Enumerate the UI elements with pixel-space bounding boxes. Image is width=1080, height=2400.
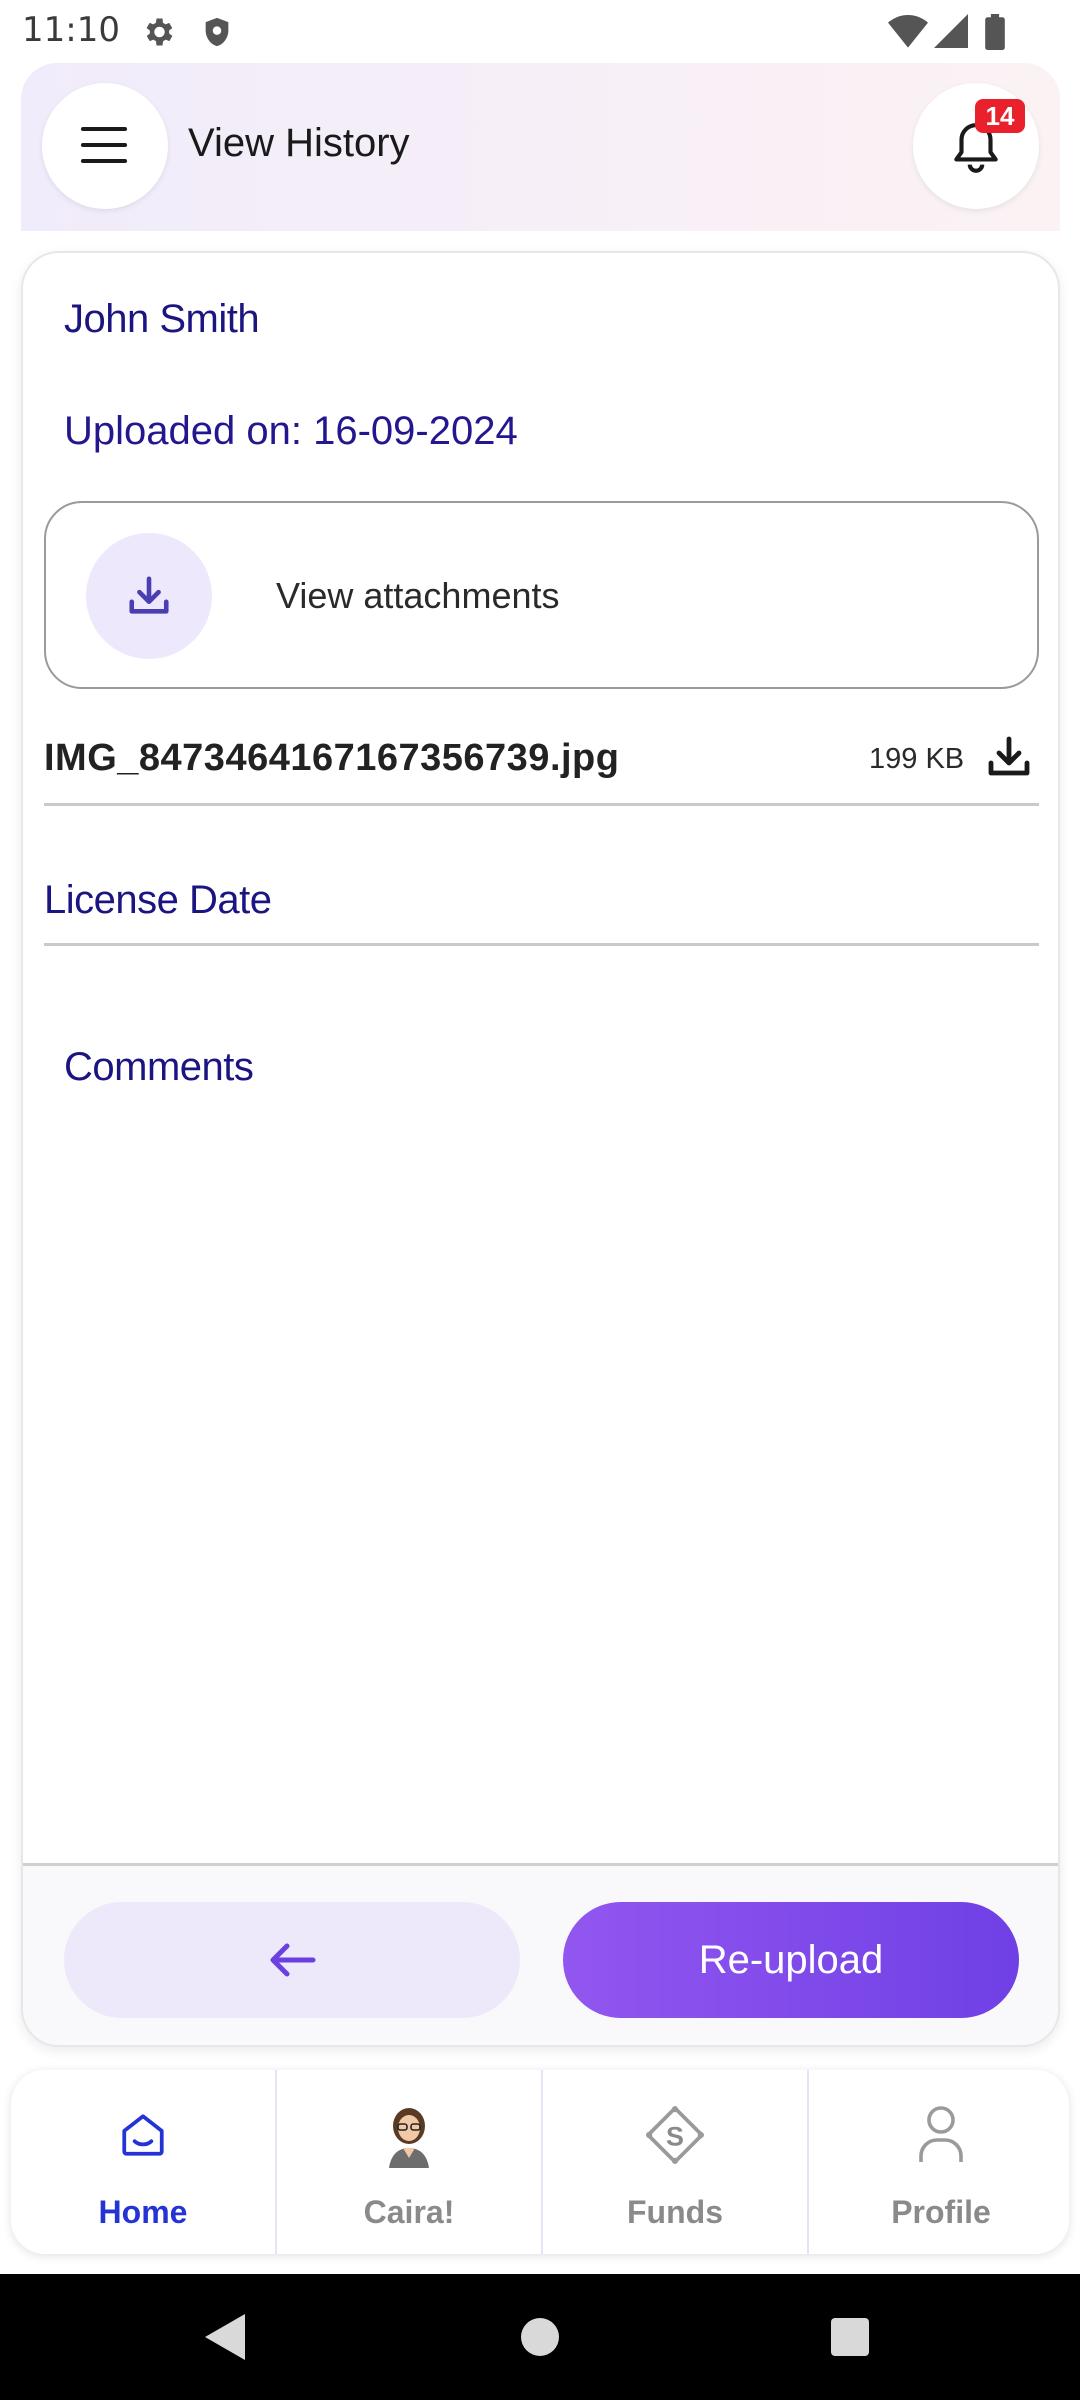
download-icon — [126, 573, 172, 624]
battery-icon — [984, 14, 1006, 55]
license-date-label: License Date — [44, 878, 272, 922]
nav-caira[interactable]: Caira! — [277, 2070, 541, 2254]
reupload-button[interactable]: Re-upload — [563, 1902, 1019, 2018]
system-recents-icon[interactable] — [831, 2318, 869, 2356]
app-header: View History 14 — [21, 63, 1060, 231]
uploaded-date: Uploaded on: 16-09-2024 — [64, 409, 518, 453]
attachment-icon-circle — [86, 533, 212, 659]
nav-profile-label: Profile — [891, 2194, 991, 2230]
nav-funds[interactable]: S Funds — [543, 2070, 807, 2254]
view-attachments-button[interactable]: View attachments — [44, 501, 1039, 689]
file-download-icon[interactable] — [985, 733, 1037, 785]
card-actions: Re-upload — [23, 1863, 1058, 2045]
nav-home[interactable]: Home — [11, 2070, 275, 2254]
nav-profile[interactable]: Profile — [809, 2070, 1073, 2254]
funds-icon: S — [644, 2104, 706, 2171]
shield-icon — [200, 14, 234, 55]
avatar-icon — [383, 2104, 435, 2173]
comments-label: Comments — [64, 1045, 254, 1089]
notification-badge: 14 — [975, 99, 1025, 133]
back-button[interactable] — [64, 1902, 520, 2018]
history-card: John Smith Uploaded on: 16-09-2024 View … — [21, 251, 1060, 2047]
nav-funds-label: Funds — [627, 2194, 723, 2230]
svg-text:S: S — [666, 2121, 684, 2151]
home-icon — [118, 2110, 168, 2165]
signal-icon — [934, 14, 968, 53]
profile-icon — [917, 2104, 965, 2169]
page-title: View History — [188, 121, 410, 165]
divider — [44, 803, 1039, 806]
menu-button[interactable] — [42, 83, 168, 209]
notifications-button[interactable]: 14 — [913, 83, 1039, 209]
status-time: 11:10 — [22, 10, 120, 50]
view-attachments-label: View attachments — [276, 575, 560, 616]
status-bar: 11:10 — [0, 0, 1080, 62]
file-name: IMG_8473464167167356739.jpg — [44, 737, 620, 779]
gear-icon — [140, 14, 176, 55]
system-nav-bar — [0, 2274, 1080, 2400]
wifi-icon — [888, 14, 928, 53]
nav-home-label: Home — [98, 2194, 188, 2230]
arrow-left-icon — [267, 1940, 317, 1985]
divider — [44, 943, 1039, 946]
system-home-icon[interactable] — [521, 2318, 559, 2356]
system-back-icon[interactable] — [205, 2314, 245, 2365]
person-name: John Smith — [64, 297, 260, 341]
hamburger-menu-icon — [81, 125, 129, 170]
bottom-nav: Home Caira! S Funds Profile — [11, 2070, 1069, 2254]
nav-caira-label: Caira! — [363, 2194, 455, 2230]
file-size: 199 KB — [869, 743, 965, 775]
